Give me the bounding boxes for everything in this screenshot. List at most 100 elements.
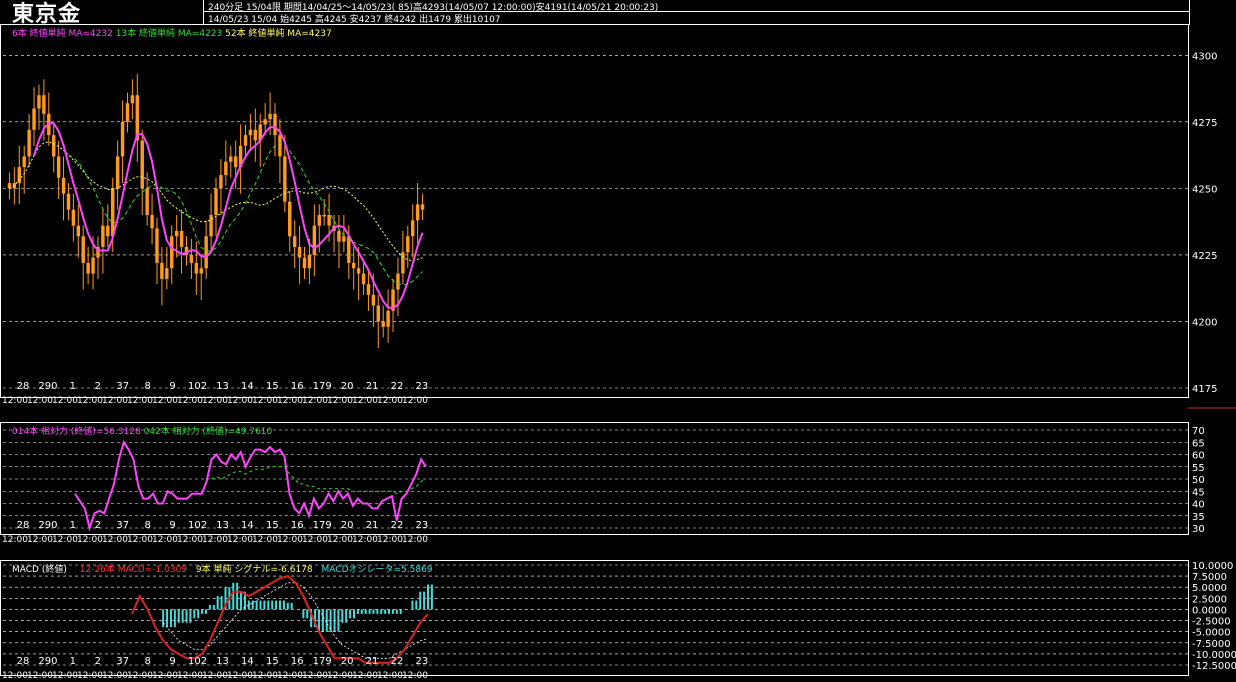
candle-body	[130, 95, 135, 104]
rsi-x-time-label: 12:00	[127, 535, 153, 545]
candle-body	[401, 252, 405, 274]
candle-body	[396, 273, 400, 290]
candle-body	[406, 236, 410, 253]
candle-body	[307, 254, 312, 269]
macd-x-date-label: 21	[366, 656, 379, 667]
price-x-time-label: 12:00	[352, 396, 378, 406]
rsi-x-time-label: 12:00	[277, 535, 303, 545]
macd-x-time-label: 12:00	[2, 671, 28, 681]
rsi-x-date-label: 37	[116, 520, 129, 531]
candle-body	[66, 193, 71, 210]
macd-axis-tick-label: 7.5000	[1192, 572, 1227, 583]
price-x-date-label: 102	[188, 381, 207, 392]
price-panel-frame	[0, 24, 1189, 398]
price-x-time-label: 12:00	[302, 396, 328, 406]
candle-body	[361, 273, 366, 285]
price-x-time-label: 12:00	[202, 396, 228, 406]
macd-x-date-label: 179	[313, 656, 332, 667]
price-x-date-label: 179	[313, 381, 332, 392]
rsi-x-time-label: 12:00	[302, 535, 328, 545]
candle-body	[342, 236, 346, 242]
candle-body	[160, 262, 164, 279]
candle-body	[204, 236, 208, 269]
macd-axis-tick-label: 2.5000	[1192, 594, 1227, 605]
macd-x-date-label: 1	[70, 656, 76, 667]
candle-body	[32, 108, 36, 130]
candle-body	[253, 129, 258, 141]
price-axis-tick-label: 4300	[1192, 51, 1217, 62]
price-x-time-label: 12:00	[177, 396, 203, 406]
price-x-date-label: 2	[95, 381, 101, 392]
candle-body	[101, 225, 105, 247]
candle-body	[81, 236, 85, 263]
macd-x-time-label: 12:00	[77, 671, 103, 681]
candle-body	[170, 236, 174, 269]
rsi-x-time-label: 12:00	[377, 535, 403, 545]
macd-x-date-label: 13	[216, 656, 229, 667]
chart-canvas: 43004275425042254200417528 290 1 2 37 8 9 102 13…	[0, 24, 1236, 681]
candle-body	[194, 262, 199, 274]
rsi42-line	[211, 466, 427, 495]
candle-body	[297, 246, 302, 258]
macd-x-time-label: 12:00	[227, 671, 253, 681]
candle-body	[302, 257, 307, 269]
macd-x-date-label: 28	[17, 656, 30, 667]
rsi-x-date-label: 102	[188, 520, 207, 531]
macd-axis-tick-label: 10.0000	[1192, 561, 1233, 572]
rsi-x-date-label: 179	[313, 520, 332, 531]
candle-body	[415, 204, 420, 221]
macd-x-date-label: 20	[341, 656, 354, 667]
candle-body	[292, 236, 297, 247]
macd-x-date-label: 2	[95, 656, 101, 667]
rsi-x-date-label: 1	[70, 520, 76, 531]
rsi-axis-tick-label: 60	[1192, 451, 1205, 462]
rsi-axis-tick-label: 35	[1192, 512, 1205, 523]
price-axis-tick-label: 4225	[1192, 251, 1217, 262]
candle-body	[17, 167, 22, 184]
candle-body	[37, 95, 41, 109]
macd-axis-tick-label: -12.5000	[1192, 661, 1236, 672]
price-x-date-label: 23	[416, 381, 429, 392]
macd-axis-tick-label: 5.0000	[1192, 583, 1227, 594]
price-axis-tick-label: 4200	[1192, 317, 1217, 328]
macd-x-date-label: 37	[116, 656, 129, 667]
candle-body	[312, 225, 317, 255]
candle-body	[51, 135, 56, 157]
price-x-time-label: 12:00	[2, 396, 28, 406]
candle-body	[248, 129, 253, 136]
price-x-time-label: 12:00	[327, 396, 353, 406]
macd-x-time-label: 12:00	[202, 671, 228, 681]
rsi-x-date-label: 16	[291, 520, 304, 531]
price-axis-tick-label: 4275	[1192, 118, 1217, 129]
price-x-time-label: 12:00	[27, 396, 53, 406]
macd-x-time-label: 12:00	[177, 671, 203, 681]
rsi-x-time-label: 12:00	[152, 535, 178, 545]
candle-body	[366, 284, 371, 295]
candle-body	[76, 225, 81, 237]
candle-body	[317, 215, 321, 226]
macd-x-time-label: 12:00	[127, 671, 153, 681]
macd-x-date-label: 15	[266, 656, 279, 667]
candle-body	[376, 305, 381, 322]
rsi-x-date-label: 23	[416, 520, 429, 531]
candle-body	[42, 95, 46, 114]
candle-body	[371, 294, 376, 306]
candle-body	[56, 156, 61, 178]
candle-body	[229, 156, 233, 162]
candle-body	[86, 262, 90, 274]
candle-body	[351, 262, 356, 269]
price-axis-tick-label: 4250	[1192, 184, 1217, 195]
rsi-x-time-label: 12:00	[402, 535, 428, 545]
price-x-time-label: 12:00	[402, 396, 428, 406]
candle-body	[356, 268, 361, 274]
candle-body	[165, 268, 169, 279]
rsi-x-date-label: 15	[266, 520, 279, 531]
candle-body	[209, 215, 213, 237]
rsi-x-date-label: 8	[144, 520, 150, 531]
price-x-date-label: 20	[341, 381, 354, 392]
rsi-x-time-label: 12:00	[352, 535, 378, 545]
macd-x-time-label: 12:00	[27, 671, 53, 681]
macd-x-time-label: 12:00	[152, 671, 178, 681]
rsi-axis-tick-label: 45	[1192, 487, 1205, 498]
macd-x-time-label: 12:00	[102, 671, 128, 681]
